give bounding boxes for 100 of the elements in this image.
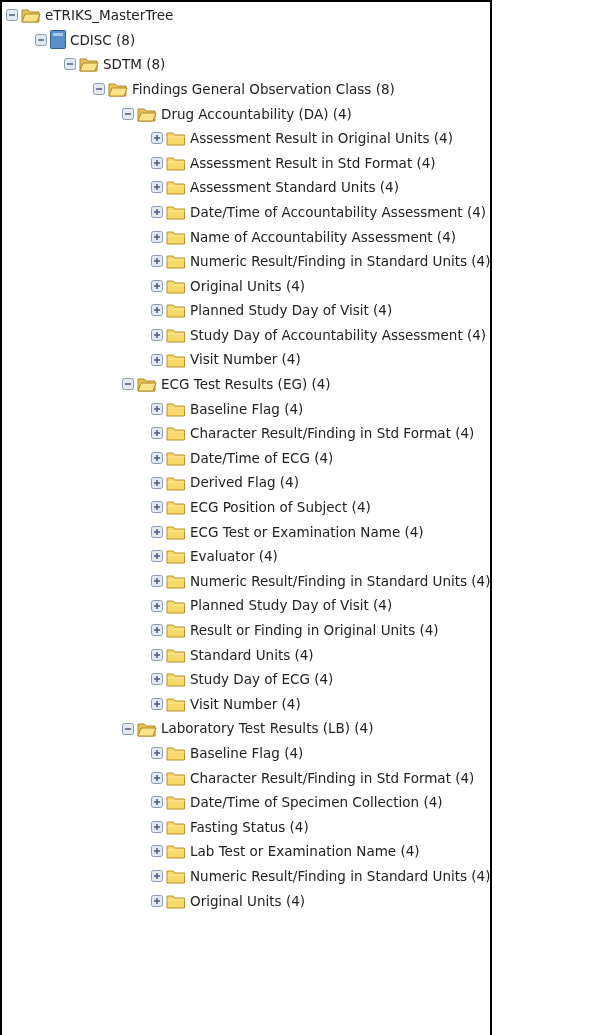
tree-node-label[interactable]: Character Result/Finding in Std Format (4) xyxy=(190,767,475,788)
open-folder-icon xyxy=(137,105,157,122)
expand-toggle-icon[interactable] xyxy=(151,820,163,833)
tree-node-label[interactable]: Date/Time of Accountability Assessment (4) xyxy=(190,201,487,223)
collapse-toggle-icon[interactable] xyxy=(6,9,18,22)
expand-toggle-icon[interactable] xyxy=(151,550,163,563)
expand-toggle-icon[interactable] xyxy=(151,525,163,538)
folder-icon xyxy=(166,204,186,221)
folder-icon xyxy=(166,154,186,171)
expand-toggle-icon[interactable] xyxy=(151,648,163,661)
expand-toggle-icon[interactable] xyxy=(151,181,163,194)
collapse-toggle-icon[interactable] xyxy=(35,33,47,46)
folder-icon xyxy=(166,302,186,319)
folder-icon xyxy=(166,622,186,639)
tree-node-label[interactable]: Evaluator (4) xyxy=(190,546,278,567)
folder-icon xyxy=(166,450,186,466)
tree-node-label[interactable]: Numeric Result/Finding in Standard Units (4) xyxy=(190,570,491,592)
tree-node-label[interactable]: Original Units (4) xyxy=(190,275,306,296)
tree-node-label[interactable]: Result or Finding in Original Units (4) xyxy=(190,620,439,641)
expand-toggle-icon[interactable] xyxy=(151,599,163,612)
folder-icon xyxy=(166,843,186,860)
folder-icon xyxy=(166,499,186,516)
tree-node-label[interactable]: Planned Study Day of Visit (4) xyxy=(190,595,393,616)
folder-icon xyxy=(166,671,186,688)
tree-node-label[interactable]: Findings General Observation Class (8) xyxy=(132,78,395,100)
tree-node-label[interactable]: Original Units (4) xyxy=(190,890,306,911)
expand-toggle-icon[interactable] xyxy=(151,156,163,169)
tree-node-label[interactable]: Visit Number (4) xyxy=(190,693,301,715)
expand-toggle-icon[interactable] xyxy=(151,304,163,317)
expand-toggle-icon[interactable] xyxy=(151,427,163,440)
expand-toggle-icon[interactable] xyxy=(151,771,163,784)
folder-icon xyxy=(166,253,186,270)
expand-toggle-icon[interactable] xyxy=(151,353,163,366)
folder-icon xyxy=(166,868,186,885)
tree-node-label[interactable]: Date/Time of Specimen Collection (4) xyxy=(190,792,443,813)
collapse-toggle-icon[interactable] xyxy=(64,58,76,71)
folder-icon xyxy=(166,277,186,294)
tree-node-label[interactable]: Assessment Standard Units (4) xyxy=(190,177,399,198)
tree-node-label[interactable]: Baseline Flag (4) xyxy=(190,398,304,419)
expand-toggle-icon[interactable] xyxy=(151,402,163,415)
expand-toggle-icon[interactable] xyxy=(151,279,163,292)
tree-node-label[interactable]: Lab Test or Examination Name (4) xyxy=(190,841,420,862)
collapse-toggle-icon[interactable] xyxy=(122,378,134,391)
tree-node-label[interactable]: Name of Accountability Assessment (4) xyxy=(190,226,456,247)
expand-toggle-icon[interactable] xyxy=(151,796,163,809)
open-folder-icon xyxy=(79,56,99,73)
tree-node-label[interactable]: Visit Number (4) xyxy=(190,349,301,370)
folder-icon xyxy=(166,769,186,786)
tree-node-label[interactable]: Assessment Result in Std Format (4) xyxy=(190,152,436,173)
tree-node-label[interactable]: Laboratory Test Results (LB) (4) xyxy=(161,718,374,739)
expand-toggle-icon[interactable] xyxy=(151,673,163,686)
expand-toggle-icon[interactable] xyxy=(151,255,163,268)
expand-toggle-icon[interactable] xyxy=(151,206,163,219)
folder-icon xyxy=(166,818,186,835)
tree-node-label[interactable]: ECG Position of Subject (4) xyxy=(190,497,371,518)
tree-node-label[interactable]: Fasting Status (4) xyxy=(190,816,309,837)
expand-toggle-icon[interactable] xyxy=(151,501,163,514)
expand-toggle-icon[interactable] xyxy=(151,230,163,243)
expand-toggle-icon[interactable] xyxy=(151,870,163,883)
tree-node-label[interactable]: ECG Test Results (EG) (4) xyxy=(161,374,331,395)
tree-node-label[interactable]: eTRIKS_MasterTree xyxy=(45,5,174,26)
folder-icon xyxy=(166,474,186,491)
tree-node-label[interactable]: Derived Flag (4) xyxy=(190,472,299,493)
expand-toggle-icon[interactable] xyxy=(151,452,163,464)
folder-icon xyxy=(166,646,186,663)
expand-toggle-icon[interactable] xyxy=(151,476,163,489)
folder-icon xyxy=(166,130,186,147)
expand-toggle-icon[interactable] xyxy=(151,845,163,858)
tree-node-label[interactable]: Drug Accountability (DA) (4) xyxy=(161,103,352,124)
tree-node-label[interactable]: Date/Time of ECG (4) xyxy=(190,447,334,469)
tree-node-label[interactable]: Planned Study Day of Visit (4) xyxy=(190,300,393,321)
tree-node-label[interactable]: Study Day of Accountability Assessment (4) xyxy=(190,324,487,346)
tree-node-label[interactable]: CDISC (8) xyxy=(70,29,136,50)
tree-node-label[interactable]: Numeric Result/Finding in Standard Units (4) xyxy=(190,251,491,272)
expand-toggle-icon[interactable] xyxy=(151,697,163,710)
tree-node-label[interactable]: Character Result/Finding in Std Format (4) xyxy=(190,423,475,444)
tree-node-label[interactable]: SDTM (8) xyxy=(103,54,166,75)
expand-toggle-icon[interactable] xyxy=(151,329,163,341)
tree-node-label[interactable]: Baseline Flag (4) xyxy=(190,743,304,764)
expand-toggle-icon[interactable] xyxy=(151,747,163,760)
tree-node-label[interactable]: Standard Units (4) xyxy=(190,644,314,665)
open-folder-icon xyxy=(137,720,157,737)
folder-icon xyxy=(166,327,186,343)
tree-node-label[interactable]: Study Day of ECG (4) xyxy=(190,669,334,690)
folder-icon xyxy=(166,745,186,762)
open-folder-icon xyxy=(137,376,157,393)
expand-toggle-icon[interactable] xyxy=(151,132,163,145)
expand-toggle-icon[interactable] xyxy=(151,574,163,587)
collapse-toggle-icon[interactable] xyxy=(93,83,105,96)
tree-node-label[interactable]: Assessment Result in Original Units (4) xyxy=(190,128,453,149)
tree-node-label[interactable]: Numeric Result/Finding in Standard Units (4) xyxy=(190,865,491,887)
expand-toggle-icon[interactable] xyxy=(151,894,163,907)
tree-node-label[interactable]: ECG Test or Examination Name (4) xyxy=(190,521,424,542)
open-folder-icon xyxy=(21,7,41,24)
folder-icon xyxy=(166,179,186,196)
open-folder-icon xyxy=(108,81,128,98)
collapse-toggle-icon[interactable] xyxy=(122,107,134,120)
folder-icon xyxy=(166,794,186,811)
collapse-toggle-icon[interactable] xyxy=(122,722,134,735)
expand-toggle-icon[interactable] xyxy=(151,624,163,637)
